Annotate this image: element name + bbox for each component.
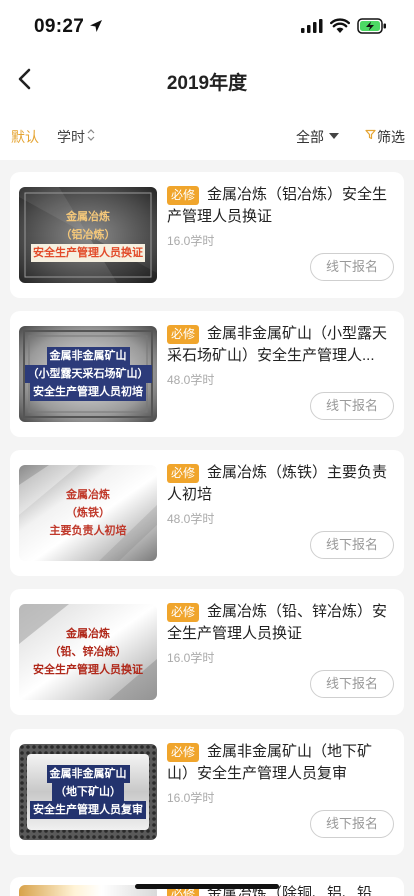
offline-signup-button[interactable]: 线下报名 <box>310 392 394 420</box>
cellular-signal-icon <box>301 19 323 33</box>
sort-default-tab[interactable]: 默认 <box>11 127 39 147</box>
filter-bar: 默认 学时 全部 筛选 <box>0 108 414 160</box>
wifi-icon <box>330 18 350 33</box>
home-indicator <box>135 884 279 889</box>
course-title: 金属冶炼（铅、锌冶炼）安全生产管理人员换证 <box>167 603 388 642</box>
thumbnail-line: 安全生产管理人员换证 <box>31 244 145 262</box>
course-hours: 48.0学时 <box>167 512 215 526</box>
thumbnail-line: （炼铁） <box>66 507 110 519</box>
thumbnail-line: 金属非金属矿山 <box>46 765 130 783</box>
thumbnail-line: 金属非金属矿山 <box>46 347 130 365</box>
offline-signup-button[interactable]: 线下报名 <box>310 531 394 559</box>
course-thumbnail: 金属非金属矿山 （地下矿山） 安全生产管理人员复审 <box>19 744 157 840</box>
course-thumbnail: 金属冶炼 （炼铁） 主要负责人初培 <box>19 465 157 561</box>
course-hours: 16.0学时 <box>167 651 215 665</box>
course-title: 金属非金属矿山（地下矿山）安全生产管理人员复审 <box>167 743 373 782</box>
course-card[interactable]: 金属冶炼 （铅、锌冶炼） 安全生产管理人员换证 必修 金属冶炼（铅、锌冶炼）安全… <box>10 589 404 715</box>
sort-hours-tab[interactable]: 学时 <box>57 127 85 147</box>
course-title: 金属冶炼（铝冶炼）安全生产管理人员换证 <box>167 186 388 225</box>
thumbnail-line: （铅、锌冶炼） <box>49 646 127 658</box>
caret-down-icon[interactable] <box>328 132 340 140</box>
all-dropdown[interactable]: 全部 <box>296 127 324 147</box>
course-card[interactable]: 金属非金属矿山 （地下矿山） 安全生产管理人员复审 必修 金属非金属矿山（地下矿… <box>10 729 404 855</box>
battery-charging-icon <box>357 18 386 34</box>
thumbnail-line: 金属冶炼 <box>66 489 110 501</box>
filter-button[interactable]: 筛选 <box>377 127 405 147</box>
course-title: 金属非金属矿山（小型露天采石场矿山）安全生产管理人... <box>167 325 388 364</box>
course-thumbnail: 金属冶炼 （铝冶炼） 安全生产管理人员换证 <box>19 187 157 283</box>
course-thumbnail: 金属冶炼 （铅、锌冶炼） 安全生产管理人员换证 <box>19 604 157 700</box>
course-card[interactable]: 金属冶炼 （炼铁） 主要负责人初培 必修 金属冶炼（炼铁）主要负责人初培 48.… <box>10 450 404 576</box>
course-card[interactable]: 金属冶炼 （铝冶炼） 安全生产管理人员换证 必修 金属冶炼（铝冶炼）安全生产管理… <box>10 172 404 298</box>
status-time: 09:27 <box>34 16 85 37</box>
thumbnail-line: （地下矿山） <box>52 783 124 801</box>
sort-updown-icon[interactable] <box>86 127 96 143</box>
thumbnail-line: 安全生产管理人员初培 <box>30 383 146 401</box>
course-title: 金属冶炼（炼铁）主要负责人初培 <box>167 464 388 503</box>
course-card[interactable]: 金属非金属矿山 （小型露天采石场矿山） 安全生产管理人员初培 必修 金属非金属矿… <box>10 311 404 437</box>
thumbnail-line: 主要负责人初培 <box>49 525 127 537</box>
thumbnail-line: 安全生产管理人员复审 <box>30 801 146 819</box>
thumbnail-line: 金属冶炼 <box>66 211 110 223</box>
course-hours: 48.0学时 <box>167 373 215 387</box>
thumbnail-line: （铝冶炼） <box>60 229 116 241</box>
course-hours: 16.0学时 <box>167 791 215 805</box>
location-arrow-icon <box>90 20 102 32</box>
offline-signup-button[interactable]: 线下报名 <box>310 253 394 281</box>
filter-funnel-icon[interactable] <box>365 129 376 140</box>
offline-signup-button[interactable]: 线下报名 <box>310 670 394 698</box>
thumbnail-line: （小型露天采石场矿山） <box>24 365 152 383</box>
course-hours: 16.0学时 <box>167 234 215 248</box>
course-thumbnail: 金属非金属矿山 （小型露天采石场矿山） 安全生产管理人员初培 <box>19 326 157 422</box>
thumbnail-line: 安全生产管理人员换证 <box>33 664 143 676</box>
thumbnail-line: 金属冶炼 <box>66 628 110 640</box>
page-title: 2019年度 <box>166 73 248 94</box>
nav-bar: 2019年度 <box>0 52 414 108</box>
status-bar: 09:27 <box>0 0 414 52</box>
offline-signup-button[interactable]: 线下报名 <box>310 810 394 838</box>
